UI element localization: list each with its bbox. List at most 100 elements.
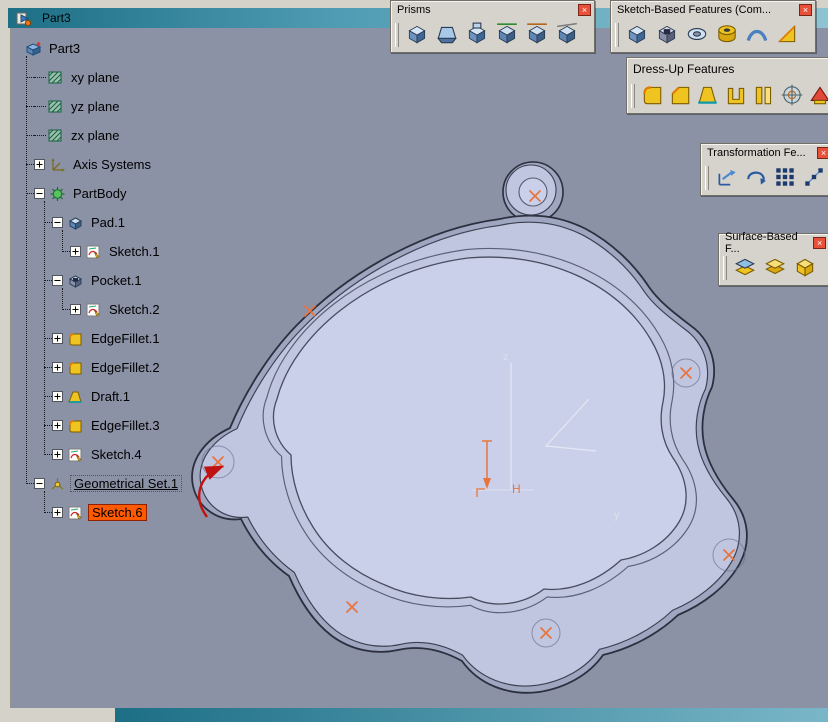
- drafted-filleted-pad-icon[interactable]: [434, 21, 460, 47]
- expand-icon[interactable]: [52, 333, 63, 344]
- tree-item-label[interactable]: Part3: [46, 41, 83, 56]
- plane-icon[interactable]: [46, 69, 64, 86]
- pad-up-to-next-icon[interactable]: [494, 21, 520, 47]
- tree-item-label[interactable]: Sketch.2: [106, 302, 163, 317]
- tree-item-label[interactable]: Sketch.6: [88, 504, 147, 521]
- expand-icon[interactable]: [52, 362, 63, 373]
- tree-item-edgefillet-2[interactable]: EdgeFillet.2: [10, 353, 300, 382]
- expand-icon[interactable]: [52, 391, 63, 402]
- tree-item-geometrical-set-1[interactable]: Geometrical Set.1: [10, 469, 300, 498]
- plane-icon[interactable]: [46, 127, 64, 144]
- expand-icon[interactable]: [52, 449, 63, 460]
- expand-icon[interactable]: [70, 304, 81, 315]
- model-top-boss-hole[interactable]: [518, 177, 548, 207]
- tree-item-pocket-1[interactable]: Pocket.1: [10, 266, 300, 295]
- pad-icon[interactable]: [66, 214, 84, 231]
- tree-item-label[interactable]: yz plane: [68, 99, 122, 114]
- tree-item-label[interactable]: Geometrical Set.1: [70, 475, 183, 492]
- tree-item-edgefillet-1[interactable]: EdgeFillet.1: [10, 324, 300, 353]
- tree-item-axis-systems[interactable]: Axis Systems: [10, 150, 300, 179]
- close-icon[interactable]: ×: [799, 4, 812, 16]
- tree-item-label[interactable]: EdgeFillet.3: [88, 418, 163, 433]
- draft-angle-icon[interactable]: [696, 82, 720, 108]
- shell-icon[interactable]: [724, 82, 748, 108]
- tree-item-label[interactable]: zx plane: [68, 128, 122, 143]
- tree-item-label[interactable]: Draft.1: [88, 389, 133, 404]
- expand-icon[interactable]: [52, 507, 63, 518]
- pattern-icon[interactable]: [773, 164, 798, 190]
- tree-item-label[interactable]: Sketch.1: [106, 244, 163, 259]
- tree-item-draft-1[interactable]: Draft.1: [10, 382, 300, 411]
- tree-item-label[interactable]: EdgeFillet.1: [88, 331, 163, 346]
- tree-item-label[interactable]: PartBody: [70, 186, 129, 201]
- tree-item-sketch-2[interactable]: Sketch.2: [10, 295, 300, 324]
- edge-fillet-icon[interactable]: [640, 82, 664, 108]
- axis-systems-icon[interactable]: [48, 156, 66, 173]
- close-icon[interactable]: ×: [817, 147, 828, 159]
- collapse-icon[interactable]: [34, 188, 45, 199]
- tree-item-label[interactable]: Axis Systems: [70, 157, 154, 172]
- sketch-icon[interactable]: [84, 243, 102, 260]
- toolbar-titlebar[interactable]: Transformation Fe... ×: [701, 144, 828, 161]
- remove-face-icon[interactable]: [808, 82, 828, 108]
- tree-item-sketch-6[interactable]: Sketch.6: [10, 498, 300, 527]
- fillet-icon[interactable]: [66, 417, 84, 434]
- partbody-icon[interactable]: [48, 185, 66, 202]
- pad-up-to-plane-icon[interactable]: [554, 21, 580, 47]
- pad-icon[interactable]: [624, 21, 650, 47]
- tree-item-yz-plane[interactable]: yz plane: [10, 92, 300, 121]
- expand-icon[interactable]: [34, 159, 45, 170]
- tree-item-partbody[interactable]: PartBody: [10, 179, 300, 208]
- rotation-icon[interactable]: [743, 164, 768, 190]
- tree-item-label[interactable]: Pocket.1: [88, 273, 145, 288]
- toolbar-titlebar[interactable]: Sketch-Based Features (Com... ×: [611, 1, 815, 18]
- collapse-icon[interactable]: [52, 217, 63, 228]
- tree-item-label[interactable]: Pad.1: [88, 215, 128, 230]
- fillet-icon[interactable]: [66, 359, 84, 376]
- hole-icon[interactable]: [714, 21, 740, 47]
- pocket-icon[interactable]: [66, 272, 84, 289]
- close-icon[interactable]: ×: [813, 237, 826, 249]
- bottom-window-bar[interactable]: [115, 708, 828, 722]
- part-icon[interactable]: [24, 40, 42, 57]
- tree-item-pad-1[interactable]: Pad.1: [10, 208, 300, 237]
- multi-pad-icon[interactable]: [464, 21, 490, 47]
- thick-surface-icon[interactable]: [762, 254, 788, 280]
- translation-icon[interactable]: [714, 164, 739, 190]
- toolbar-titlebar[interactable]: Dress-Up Features: [627, 58, 828, 79]
- collapse-icon[interactable]: [34, 478, 45, 489]
- pad-icon[interactable]: [404, 21, 430, 47]
- draft-icon[interactable]: [66, 388, 84, 405]
- collapse-icon[interactable]: [52, 275, 63, 286]
- rib-icon[interactable]: [744, 21, 770, 47]
- plane-icon[interactable]: [46, 98, 64, 115]
- split-icon[interactable]: [732, 254, 758, 280]
- groove-icon[interactable]: [684, 21, 710, 47]
- sketch-icon[interactable]: [84, 301, 102, 318]
- tree-item-sketch-1[interactable]: Sketch.1: [10, 237, 300, 266]
- scaling-icon[interactable]: [802, 164, 827, 190]
- tree-item-label[interactable]: EdgeFillet.2: [88, 360, 163, 375]
- fillet-icon[interactable]: [66, 330, 84, 347]
- thickness-icon[interactable]: [752, 82, 776, 108]
- tree-item-label[interactable]: xy plane: [68, 70, 122, 85]
- tree-item-zx-plane[interactable]: zx plane: [10, 121, 300, 150]
- tree-item-label[interactable]: Sketch.4: [88, 447, 145, 462]
- expand-icon[interactable]: [70, 246, 81, 257]
- thread-tap-icon[interactable]: [780, 82, 804, 108]
- close-icon[interactable]: ×: [578, 4, 591, 16]
- sketch-icon[interactable]: [66, 446, 84, 463]
- pad-up-to-last-icon[interactable]: [524, 21, 550, 47]
- toolbar-titlebar[interactable]: Prisms ×: [391, 1, 594, 18]
- pocket-icon[interactable]: [654, 21, 680, 47]
- tree-item-edgefillet-3[interactable]: EdgeFillet.3: [10, 411, 300, 440]
- stiffener-icon[interactable]: [774, 21, 800, 47]
- toolbar-titlebar[interactable]: Surface-Based F... ×: [719, 231, 828, 255]
- sketch-icon[interactable]: [66, 504, 84, 521]
- geoset-icon[interactable]: [48, 475, 66, 492]
- tree-item-part3[interactable]: Part3: [10, 34, 300, 63]
- tree-item-xy-plane[interactable]: xy plane: [10, 63, 300, 92]
- tree-item-sketch-4[interactable]: Sketch.4: [10, 440, 300, 469]
- chamfer-icon[interactable]: [668, 82, 692, 108]
- expand-icon[interactable]: [52, 420, 63, 431]
